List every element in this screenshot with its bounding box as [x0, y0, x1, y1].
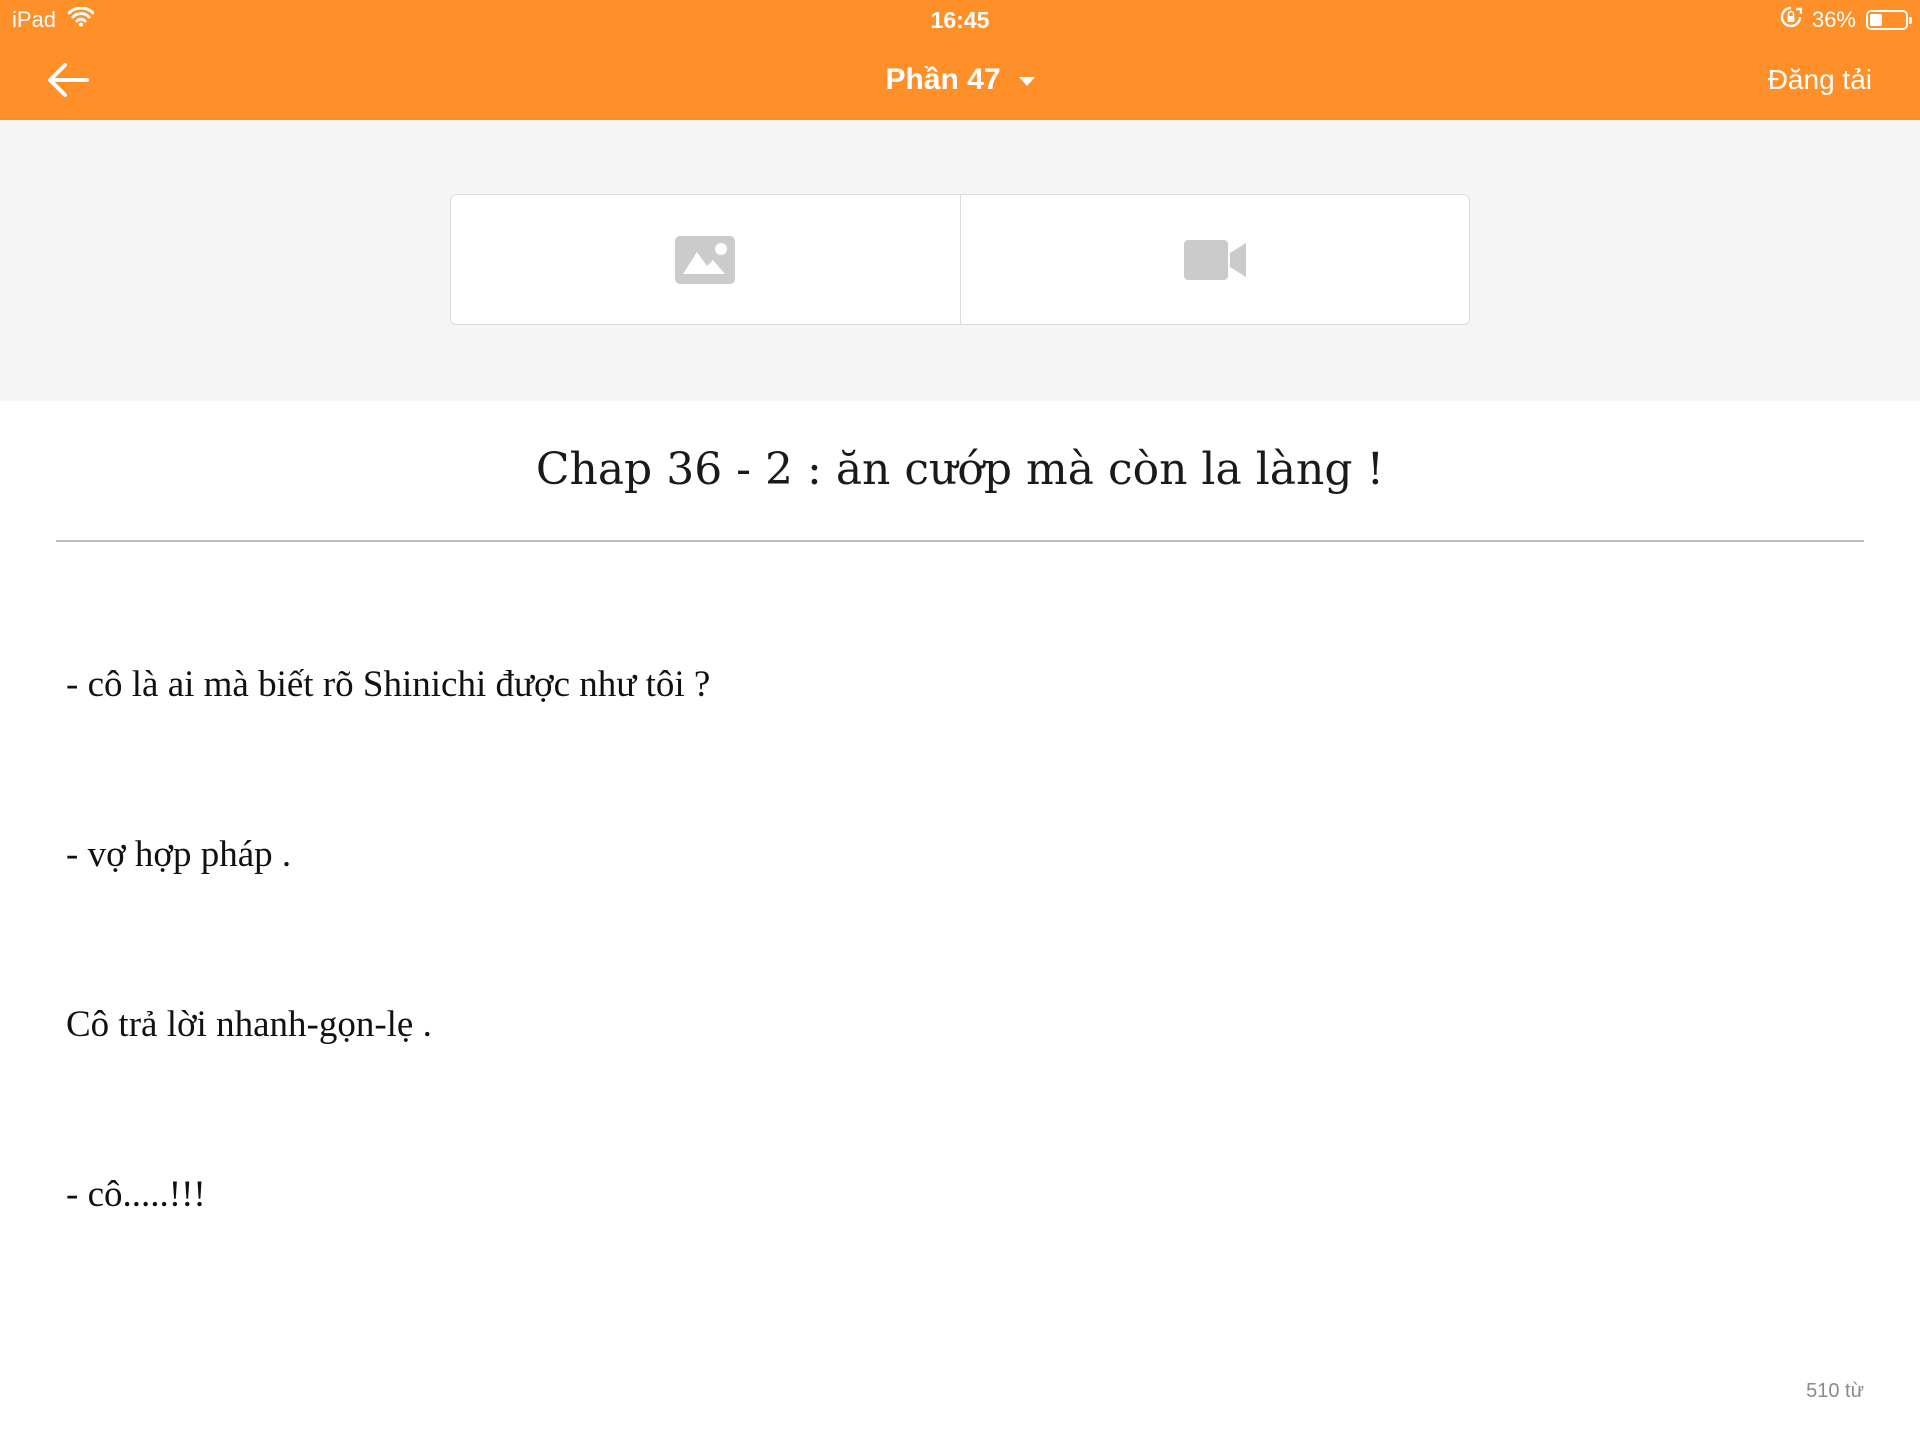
battery-percent: 36%: [1811, 7, 1856, 32]
story-body[interactable]: - cô là ai mà biết rõ Shinichi được như …: [66, 660, 1854, 1340]
paragraph: - vợ hợp pháp .: [66, 834, 292, 875]
chapter-title[interactable]: Chap 36 - 2 : ăn cướp mà còn la làng !: [56, 440, 1864, 500]
paragraph: Cô trả lời nhanh-gọn-lẹ .: [66, 1004, 432, 1045]
status-time: 16:45: [930, 7, 990, 33]
editor-screen: iPad 16:45 36% Phần 47 Đăng tải Chap 36 …: [0, 0, 1920, 1440]
image-icon: [675, 235, 736, 284]
rotation-lock-icon: [1780, 6, 1803, 34]
title-divider: [56, 540, 1864, 542]
add-video-button[interactable]: [959, 195, 1470, 324]
paragraph: - cô.....!!!: [66, 1174, 206, 1215]
word-count: 510 từ: [1806, 1380, 1864, 1402]
video-icon: [1183, 239, 1246, 280]
status-right: 36%: [1780, 6, 1912, 34]
part-selector[interactable]: Phần 47: [0, 58, 1920, 102]
part-title: Phần 47: [885, 63, 1001, 96]
battery-icon: [1866, 10, 1912, 30]
publish-button[interactable]: Đăng tải: [1768, 58, 1872, 102]
battery-fill: [1870, 14, 1883, 26]
top-bar: iPad 16:45 36% Phần 47 Đăng tải: [0, 0, 1920, 120]
add-image-button[interactable]: [451, 195, 960, 324]
caret-down-icon: [1018, 77, 1035, 86]
paragraph: - cô là ai mà biết rõ Shinichi được như …: [66, 664, 711, 705]
media-picker: [450, 194, 1470, 325]
media-area: [0, 120, 1920, 401]
